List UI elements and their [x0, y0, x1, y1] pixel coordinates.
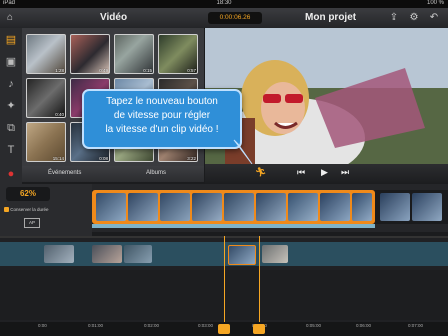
ruler-tick: 0:00 — [38, 323, 47, 328]
tooltip-line-2: de vitesse pour régler — [113, 110, 211, 121]
undo-icon[interactable]: ↶ — [428, 12, 440, 24]
timeline-clip[interactable] — [262, 245, 288, 263]
title-icon[interactable]: T — [3, 142, 19, 158]
clip-frame — [128, 193, 158, 221]
gear-icon[interactable]: ⚙ — [408, 12, 420, 24]
transport-bar: 🏃︎ ⏮ ▶ ⏭ — [205, 164, 448, 184]
speed-icon[interactable]: 🏃︎ — [255, 167, 266, 178]
speed-percent[interactable]: 62% — [6, 187, 50, 201]
tab-albums[interactable]: Albums — [146, 170, 166, 176]
battery-level: 100 % — [426, 0, 444, 6]
timeline-clip[interactable] — [92, 245, 122, 263]
clip-frame — [320, 193, 350, 221]
timeline — [0, 236, 448, 324]
clock: 18:30 — [216, 0, 232, 6]
library-thumbnail[interactable]: 0:57 — [158, 34, 198, 74]
status-bar: iPad 18:30 100 % — [0, 0, 448, 8]
tooltip-line-1: Tapez le nouveau bouton — [106, 96, 218, 107]
speed-filmstrip — [92, 184, 448, 232]
share-icon[interactable]: ⇪ — [388, 12, 400, 24]
transition-icon[interactable]: ⧉ — [3, 120, 19, 136]
trim-handle-left[interactable] — [218, 324, 230, 334]
media-type-toolbar: ▤ ▣ ♪ ✦ ⧉ T ● — [0, 28, 22, 184]
trim-handle-right[interactable] — [253, 324, 265, 334]
speed-panel: 62% Conserver la durée AP — [0, 184, 92, 236]
music-icon[interactable]: ♪ — [3, 76, 19, 92]
effects-icon[interactable]: ✦ — [3, 98, 19, 114]
clip-frame — [380, 193, 410, 221]
timeline-clip[interactable] — [124, 245, 152, 263]
library-thumbnail[interactable]: 0:15 — [114, 34, 154, 74]
home-icon[interactable]: ⌂ — [4, 12, 16, 24]
trim-marker-left[interactable] — [224, 236, 225, 324]
clip-frame — [256, 193, 286, 221]
timeline-clip-selected[interactable] — [228, 245, 256, 265]
record-icon[interactable]: ● — [3, 166, 19, 182]
keep-duration-label: Conserver la durée — [10, 207, 49, 212]
library-thumbnail[interactable]: 0:40 — [26, 78, 66, 118]
app-header: ⌂ Vidéo 0:00:06.26 Mon projet ⇪ ⚙ ↶ — [0, 8, 448, 29]
ruler-tick: 0:05:00 — [306, 323, 322, 328]
ruler-tick: 0:06:00 — [356, 323, 372, 328]
library-thumbnail[interactable]: 15:14 — [26, 122, 66, 162]
ruler-tick: 0:02:00 — [144, 323, 160, 328]
audio-badge: AP — [24, 218, 40, 228]
trim-marker-right[interactable] — [259, 236, 260, 324]
timecode-display: 0:00:06.26 — [208, 12, 262, 24]
clip-frame — [412, 193, 442, 221]
ruler-tick: 0:01:00 — [88, 323, 104, 328]
previous-icon[interactable]: ⏮ — [297, 167, 305, 178]
checkbox-icon[interactable] — [4, 207, 9, 213]
play-icon[interactable]: ▶ — [321, 167, 328, 178]
time-ruler: 0:00 0:01:00 0:02:00 0:03:00 0:04:00 0:0… — [0, 322, 448, 336]
speed-tooltip: Tapez le nouveau bouton de vitesse pour … — [82, 89, 242, 149]
library-tabs: Événements Albums — [22, 166, 204, 182]
library-thumbnail[interactable]: 0:49 — [70, 34, 110, 74]
tooltip-line-3: la vitesse d'un clip vidéo ! — [105, 124, 219, 135]
timeline-clip[interactable] — [44, 245, 74, 263]
filmstrip-track — [92, 190, 448, 224]
speed-range-bar[interactable] — [92, 224, 375, 228]
clip-frame — [224, 193, 254, 221]
clip-frame — [352, 193, 372, 221]
keep-duration-toggle[interactable]: Conserver la durée — [4, 207, 49, 213]
ruler-tick: 0:07:00 — [408, 323, 424, 328]
ruler-tick: 0:03:00 — [198, 323, 214, 328]
photo-icon[interactable]: ▣ — [3, 54, 19, 70]
clip-frame — [192, 193, 222, 221]
next-icon[interactable]: ⏭ — [341, 167, 349, 178]
clip-frame — [96, 193, 126, 221]
clip-frame — [288, 193, 318, 221]
clip-frame — [160, 193, 190, 221]
library-title: Vidéo — [100, 12, 128, 23]
tab-events[interactable]: Événements — [48, 170, 81, 176]
film-icon[interactable]: ▤ — [3, 32, 19, 48]
library-thumbnail[interactable]: 1:28 — [26, 34, 66, 74]
project-title[interactable]: Mon projet — [305, 12, 356, 23]
